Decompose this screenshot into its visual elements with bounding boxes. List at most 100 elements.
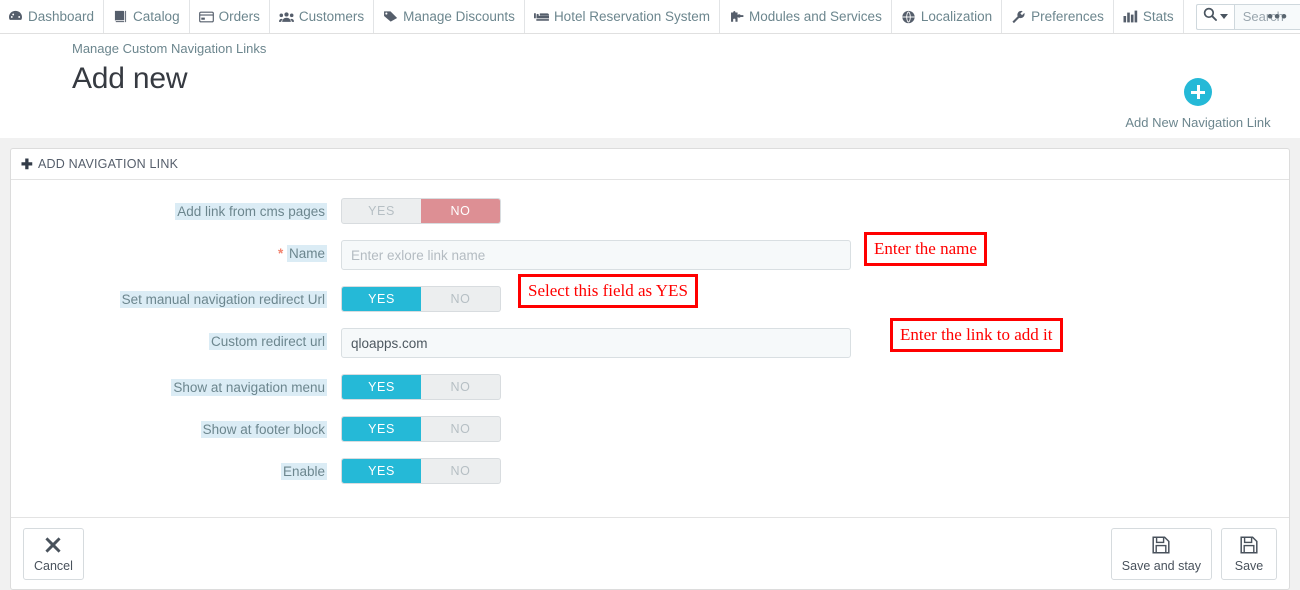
nav-item-manage-discounts[interactable]: Manage Discounts <box>374 0 525 33</box>
nav-item-hotel-reservation-system[interactable]: Hotel Reservation System <box>525 0 720 33</box>
cancel-button-label: Cancel <box>34 559 73 573</box>
nav-item-label: Modules and Services <box>749 9 882 24</box>
save-and-stay-button-label: Save and stay <box>1121 559 1201 573</box>
plus-circle-icon <box>1184 78 1212 106</box>
nav-item-catalog[interactable]: Catalog <box>104 0 190 33</box>
nav-item-label: Manage Discounts <box>403 9 515 24</box>
speedometer-icon <box>8 9 23 24</box>
save-button[interactable]: Save <box>1221 527 1277 580</box>
nav-item-label: Catalog <box>133 9 180 24</box>
save-and-stay-button[interactable]: Save and stay <box>1110 527 1212 580</box>
annotation-select-this-field-as-yes: Select this field as YES <box>518 274 698 308</box>
content-area: ✚ ADD NAVIGATION LINK Add link from cms … <box>0 138 1300 590</box>
field-label: Show at navigation menu <box>11 374 341 397</box>
field-label-text: Add link from cms pages <box>175 203 327 220</box>
toggle-yes-option[interactable]: YES <box>342 459 421 483</box>
ellipsis-icon[interactable]: ••• <box>1263 0 1292 33</box>
toggle-yes-option[interactable]: YES <box>342 375 421 399</box>
field-control: YES NO <box>341 286 501 312</box>
puzzle-icon <box>729 9 744 24</box>
field-control <box>341 240 851 270</box>
form-row-show-at-navigation-menu: Show at navigation menu YES NO <box>11 374 1289 400</box>
credit-card-icon <box>198 9 214 24</box>
panel-title: ADD NAVIGATION LINK <box>37 157 179 171</box>
nav-item-label: Stats <box>1142 9 1174 24</box>
field-label: Custom redirect url <box>11 328 341 351</box>
nav-item-label: Hotel Reservation System <box>553 9 710 24</box>
toggle-yes-option[interactable]: YES <box>342 199 421 223</box>
toggle-show-at-footer-block[interactable]: YES NO <box>341 416 501 442</box>
footer-right-actions: Save and stay Save <box>1110 527 1277 580</box>
toggle-no-option[interactable]: NO <box>421 417 500 441</box>
field-label-text: Show at footer block <box>200 421 327 438</box>
plus-icon: ✚ <box>21 156 33 172</box>
annotation-enter-the-link-to-add-it: Enter the link to add it <box>890 318 1063 352</box>
toggle-no-option[interactable]: NO <box>421 199 500 223</box>
form-row-show-at-footer-block: Show at footer block YES NO <box>11 416 1289 442</box>
field-label-text: Set manual navigation redirect Url <box>119 291 327 308</box>
field-control: YES NO <box>341 458 501 484</box>
custom-redirect-url-input[interactable] <box>341 328 851 358</box>
toggle-enable[interactable]: YES NO <box>341 458 501 484</box>
chevron-down-icon <box>1219 14 1228 19</box>
form-row-add-link-from-cms-pages: Add link from cms pages YES NO <box>11 198 1289 224</box>
toggle-show-at-navigation-menu[interactable]: YES NO <box>341 374 501 400</box>
floppy-disk-icon <box>1239 534 1259 556</box>
close-x-icon <box>44 534 62 556</box>
field-label: Enable <box>11 458 341 481</box>
toggle-set-manual-navigation-redirect-url[interactable]: YES NO <box>341 286 501 312</box>
field-control: YES NO <box>341 198 501 224</box>
nav-item-label: Localization <box>920 9 993 24</box>
nav-item-modules-and-services[interactable]: Modules and Services <box>720 0 892 33</box>
name-input[interactable] <box>341 240 851 270</box>
nav-item-dashboard[interactable]: Dashboard <box>0 0 105 33</box>
floppy-disk-icon <box>1151 534 1171 556</box>
add-navigation-link-panel: ✚ ADD NAVIGATION LINK Add link from cms … <box>10 148 1290 590</box>
nav-item-stats[interactable]: Stats <box>1114 0 1184 33</box>
panel-header: ✚ ADD NAVIGATION LINK <box>11 149 1289 180</box>
add-new-navigation-link-button[interactable]: Add New Navigation Link <box>1108 78 1288 130</box>
save-button-label: Save <box>1234 559 1264 573</box>
wrench-icon <box>1011 9 1026 24</box>
field-label: Show at footer block <box>11 416 341 439</box>
field-label: Set manual navigation redirect Url <box>11 286 341 309</box>
toggle-no-option[interactable]: NO <box>421 287 500 311</box>
field-label-text: Name <box>286 245 327 262</box>
globe-icon <box>901 9 916 24</box>
toggle-yes-option[interactable]: YES <box>342 287 421 311</box>
required-asterisk: * <box>277 246 284 261</box>
annotation-enter-the-name: Enter the name <box>864 232 987 266</box>
search-icon <box>1203 7 1217 26</box>
search-dropdown-button[interactable] <box>1195 3 1234 30</box>
cancel-button[interactable]: Cancel <box>23 527 84 580</box>
field-label-text: Enable <box>280 463 327 480</box>
nav-item-label: Customers <box>298 9 365 24</box>
field-label: Add link from cms pages <box>11 198 341 221</box>
field-label-text: Custom redirect url <box>208 333 327 350</box>
nav-item-label: Dashboard <box>28 9 95 24</box>
toggle-yes-option[interactable]: YES <box>342 417 421 441</box>
field-control <box>341 328 851 358</box>
page-header: Manage Custom Navigation Links Add new A… <box>0 34 1300 138</box>
nav-item-localization[interactable]: Localization <box>892 0 1003 33</box>
panel-footer: Cancel Save and stay Save <box>11 517 1289 589</box>
breadcrumb: Manage Custom Navigation Links <box>72 41 267 56</box>
bed-icon <box>533 9 549 24</box>
add-new-navigation-link-label: Add New Navigation Link <box>1125 115 1271 130</box>
book-icon <box>113 9 128 24</box>
toggle-no-option[interactable]: NO <box>421 459 500 483</box>
form-row-custom-redirect-url: Custom redirect url <box>11 328 1289 358</box>
field-control: YES NO <box>341 416 501 442</box>
toggle-add-link-from-cms-pages[interactable]: YES NO <box>341 198 501 224</box>
toggle-no-option[interactable]: NO <box>421 375 500 399</box>
nav-item-label: Orders <box>218 9 260 24</box>
form-row-name: * Name <box>11 240 1289 270</box>
tag-icon <box>383 9 398 24</box>
nav-item-customers[interactable]: Customers <box>270 0 375 33</box>
nav-item-orders[interactable]: Orders <box>190 0 270 33</box>
field-control: YES NO <box>341 374 501 400</box>
field-label: * Name <box>11 240 341 263</box>
bar-chart-icon <box>1123 9 1138 24</box>
form-row-enable: Enable YES NO <box>11 458 1289 484</box>
nav-item-preferences[interactable]: Preferences <box>1002 0 1114 33</box>
